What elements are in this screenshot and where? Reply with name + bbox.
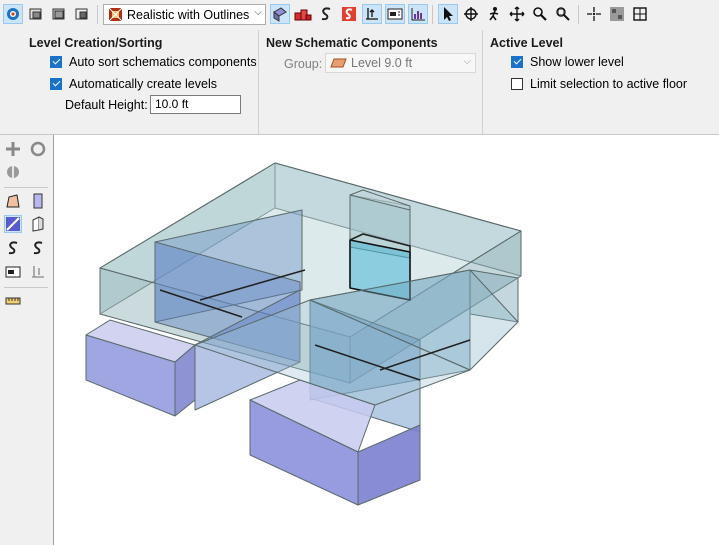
view-box-2-icon[interactable] — [49, 4, 69, 24]
dimension-icon[interactable] — [362, 4, 382, 24]
text-box-icon[interactable] — [385, 4, 405, 24]
3d-viewport[interactable] — [54, 135, 719, 545]
render-mode-dropdown[interactable]: Realistic with Outlines ⌵ — [103, 4, 266, 25]
checkbox-icon — [50, 78, 62, 90]
zoom-icon[interactable] — [530, 4, 550, 24]
pan-icon[interactable] — [507, 4, 527, 24]
default-height-input[interactable]: 10.0 ft — [150, 95, 241, 114]
view-box-1-icon[interactable] — [26, 4, 46, 24]
properties-panel: Level Creation/Sorting Auto sort schemat… — [0, 30, 719, 135]
auto-create-checkbox[interactable]: Automatically create levels — [50, 77, 217, 91]
main-toolbar: Realistic with Outlines ⌵ — [0, 0, 719, 30]
view-mode-icon[interactable] — [3, 4, 23, 24]
group-label: Group: — [284, 57, 323, 71]
schematic-s-icon[interactable] — [4, 239, 22, 257]
chevron-down-icon: ⌵ — [254, 7, 262, 18]
checkbox-icon — [511, 56, 523, 68]
slope-icon[interactable] — [4, 215, 22, 233]
auto-create-label: Automatically create levels — [69, 77, 217, 91]
view-box-3-icon[interactable] — [72, 4, 92, 24]
snap-icon[interactable] — [584, 4, 604, 24]
auto-sort-checkbox[interactable]: Auto sort schematics components — [50, 55, 257, 69]
schematic-s-alt-icon[interactable] — [29, 239, 47, 257]
mirror-icon[interactable] — [4, 163, 22, 181]
tool-sidebar — [0, 135, 54, 545]
walk-icon[interactable] — [484, 4, 504, 24]
text-box-icon[interactable] — [4, 263, 22, 281]
zoom-window-icon[interactable] — [553, 4, 573, 24]
new-schematic-heading: New Schematic Components — [266, 36, 438, 50]
dimension-icon[interactable] — [29, 263, 47, 281]
grid-icon[interactable] — [607, 4, 627, 24]
group-dropdown[interactable]: Level 9.0 ft ⌵ — [325, 53, 476, 73]
building-model — [85, 162, 522, 506]
auto-sort-label: Auto sort schematics components — [69, 55, 257, 69]
orbit-icon[interactable] — [461, 4, 481, 24]
show-lower-level-checkbox[interactable]: Show lower level — [511, 55, 624, 69]
fit-icon[interactable] — [630, 4, 650, 24]
blocks-icon[interactable] — [293, 4, 313, 24]
schematic-s-red-icon[interactable] — [339, 4, 359, 24]
wall-icon[interactable] — [29, 192, 47, 210]
render-mode-icon — [108, 7, 123, 22]
door-icon[interactable] — [29, 215, 47, 233]
checkbox-icon — [50, 56, 62, 68]
active-level-heading: Active Level — [490, 36, 563, 50]
render-mode-label: Realistic with Outlines — [127, 7, 250, 22]
chart-icon[interactable] — [408, 4, 428, 24]
ruler-icon[interactable] — [4, 292, 22, 310]
level-icon — [330, 58, 347, 68]
render-mode-active-icon[interactable] — [270, 4, 290, 24]
show-lower-level-label: Show lower level — [530, 55, 624, 69]
default-height-label: Default Height: — [65, 98, 148, 112]
chevron-down-icon: ⌵ — [463, 56, 471, 67]
select-arrow-icon[interactable] — [438, 4, 458, 24]
limit-selection-checkbox[interactable]: Limit selection to active floor — [511, 77, 687, 91]
schematic-s-icon[interactable] — [316, 4, 336, 24]
floor-shape-icon[interactable] — [4, 192, 22, 210]
limit-selection-label: Limit selection to active floor — [530, 77, 688, 91]
move-icon[interactable] — [4, 140, 22, 158]
checkbox-icon — [511, 78, 523, 90]
rotate-icon[interactable] — [29, 140, 47, 158]
group-value: Level 9.0 ft — [351, 56, 413, 70]
level-creation-heading: Level Creation/Sorting — [29, 36, 163, 50]
